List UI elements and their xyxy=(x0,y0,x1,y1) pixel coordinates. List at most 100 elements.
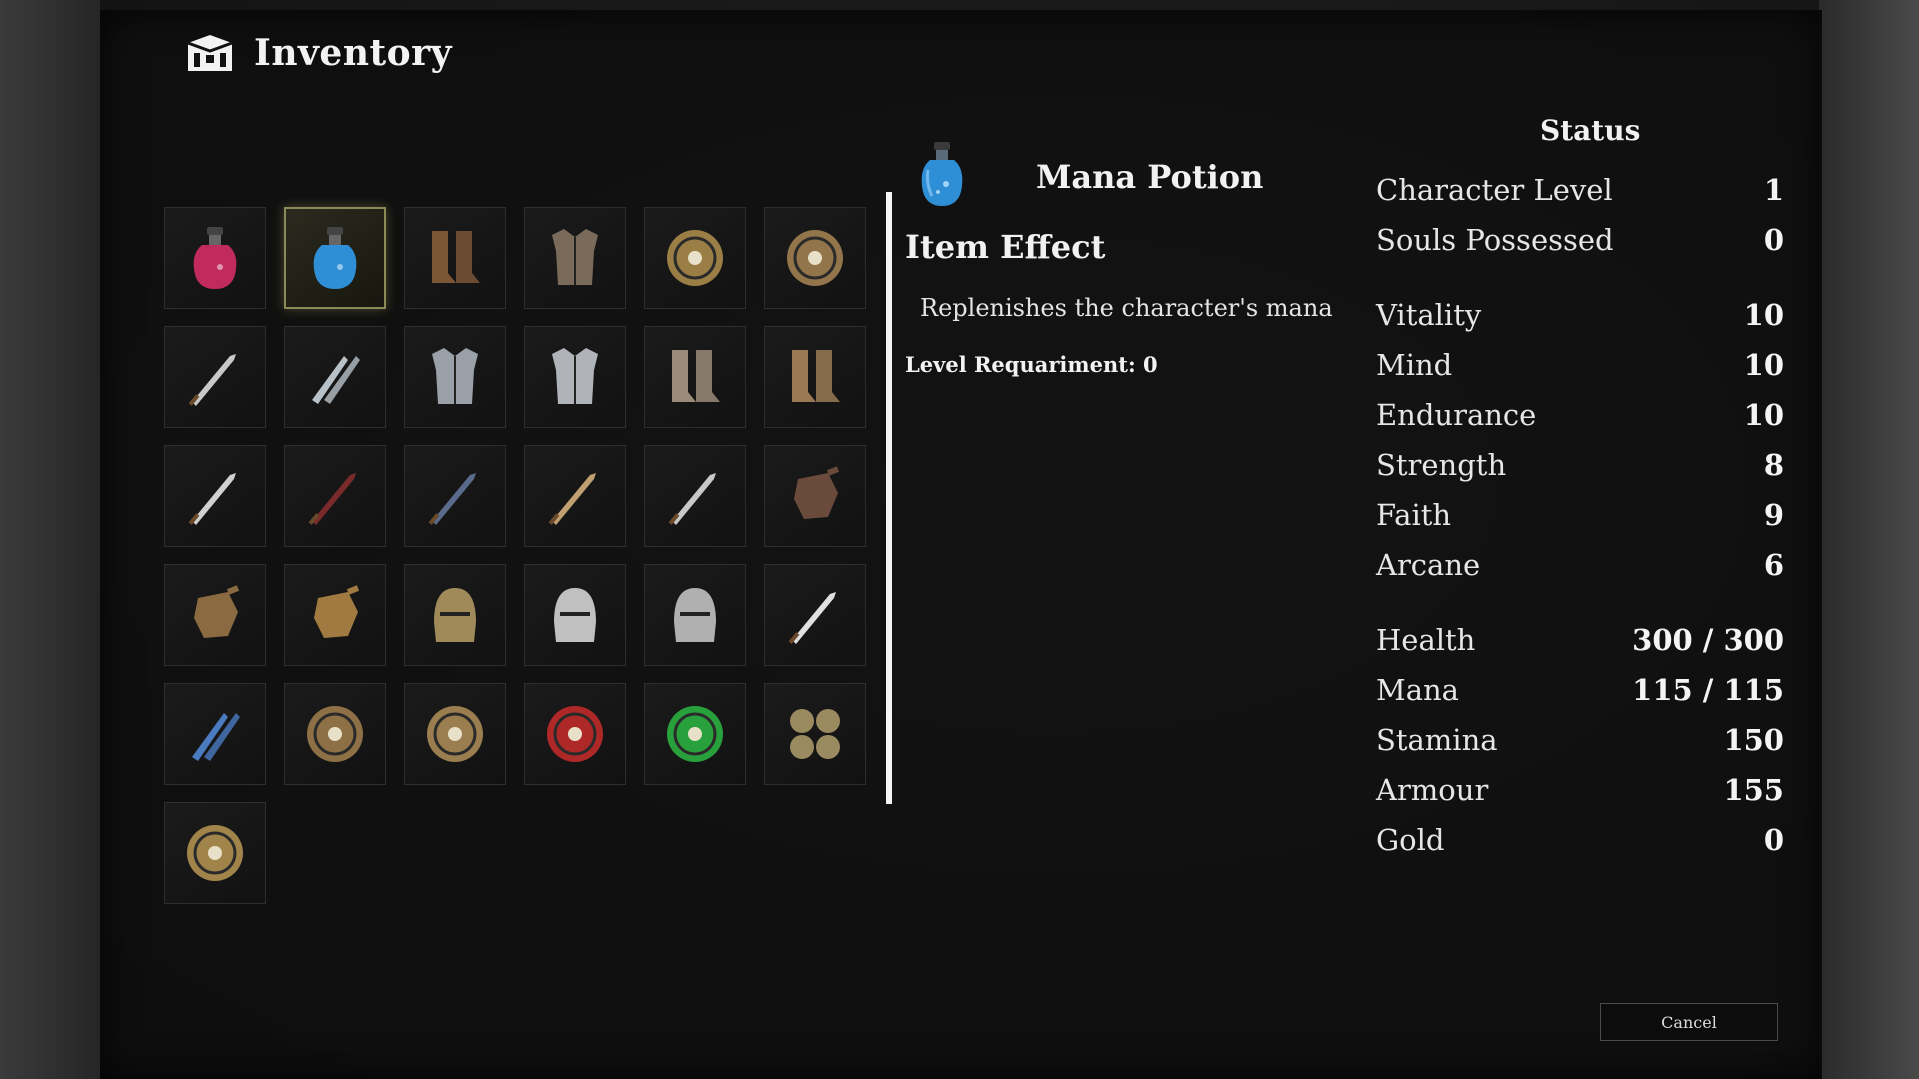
inventory-slot[interactable] xyxy=(404,326,506,428)
steel-greaves-icon xyxy=(672,350,720,402)
panel-divider xyxy=(886,192,892,804)
inventory-slot[interactable] xyxy=(524,445,626,547)
inventory-slot[interactable] xyxy=(284,326,386,428)
inventory-slot[interactable] xyxy=(404,683,506,785)
cancel-button[interactable]: Cancel xyxy=(1600,1003,1778,1041)
item-name: Mana Potion xyxy=(1036,158,1264,196)
inventory-slot[interactable] xyxy=(404,207,506,309)
inventory-slot[interactable] xyxy=(524,683,626,785)
inventory-slot[interactable] xyxy=(284,207,386,309)
dark-gauntlet-icon xyxy=(194,585,240,638)
inventory-slot[interactable] xyxy=(764,564,866,666)
stat-row: Vitality 10 xyxy=(1376,295,1784,335)
twin-daggers-icon xyxy=(312,356,360,404)
stat-value: 1 xyxy=(1763,173,1784,207)
inventory-slot[interactable] xyxy=(404,564,506,666)
inventory-slot[interactable] xyxy=(164,207,266,309)
ornate-dagger-icon xyxy=(548,473,596,525)
inventory-slot[interactable] xyxy=(644,445,746,547)
leather-boots-icon xyxy=(432,231,480,283)
inventory-slot[interactable] xyxy=(164,445,266,547)
bronze-helm-icon xyxy=(434,588,476,642)
stat-label: Health xyxy=(1376,623,1476,657)
inventory-slot[interactable] xyxy=(524,564,626,666)
gold-gauntlet-icon xyxy=(314,585,360,638)
rune-coins-icon xyxy=(790,709,840,759)
inventory-slot[interactable] xyxy=(644,564,746,666)
leather-chest-icon xyxy=(552,229,598,285)
inventory-slot[interactable] xyxy=(284,683,386,785)
dagger-icon xyxy=(188,473,236,525)
stat-label: Faith xyxy=(1376,498,1452,532)
gem-shield-icon xyxy=(787,230,843,286)
stat-label: Mind xyxy=(1376,348,1453,382)
inventory-slot[interactable] xyxy=(524,207,626,309)
inventory-slot[interactable] xyxy=(764,207,866,309)
stat-label: Armour xyxy=(1376,773,1489,807)
stat-label: Gold xyxy=(1376,823,1445,857)
inventory-grid xyxy=(164,207,884,904)
stat-value: 9 xyxy=(1763,498,1784,532)
great-helm-icon xyxy=(554,588,596,642)
stat-label: Character Level xyxy=(1376,173,1613,207)
stat-row: Arcane 6 xyxy=(1376,545,1784,585)
stat-label: Vitality xyxy=(1376,298,1482,332)
background-right xyxy=(1819,0,1919,1079)
item-level-requirement: Level Requariment: 0 xyxy=(905,352,1158,377)
inventory-slot[interactable] xyxy=(524,326,626,428)
inventory-slot[interactable] xyxy=(284,564,386,666)
stat-label: Stamina xyxy=(1376,723,1498,757)
background-left xyxy=(0,0,100,1079)
steel-cuirass-icon xyxy=(432,348,478,404)
inventory-slot[interactable] xyxy=(164,683,266,785)
curved-knife-icon xyxy=(188,354,236,406)
stat-value: 150 xyxy=(1723,723,1784,757)
stat-row: Souls Possessed 0 xyxy=(1376,220,1784,260)
bronze-shield-icon xyxy=(307,706,363,762)
inventory-slot[interactable] xyxy=(164,564,266,666)
stat-label: Arcane xyxy=(1376,548,1481,582)
item-effect-description: Replenishes the character's mana xyxy=(920,294,1333,322)
emerald-amulet-icon xyxy=(667,706,723,762)
stat-value: 8 xyxy=(1763,448,1784,482)
longsword-icon xyxy=(788,592,836,644)
blue-dagger-icon xyxy=(428,473,476,525)
stat-value: 300 / 300 xyxy=(1632,623,1784,657)
stat-label: Mana xyxy=(1376,673,1459,707)
stat-row: Strength 8 xyxy=(1376,445,1784,485)
inventory-slot[interactable] xyxy=(764,326,866,428)
mana-potion-icon xyxy=(313,227,357,289)
pearl-amulet-icon xyxy=(427,706,483,762)
chest-icon xyxy=(187,35,233,71)
ice-daggers-icon xyxy=(192,713,240,761)
stat-row: Gold 0 xyxy=(1376,820,1784,860)
stat-row: Armour 155 xyxy=(1376,770,1784,810)
stat-row: Mana 115 / 115 xyxy=(1376,670,1784,710)
stat-value: 0 xyxy=(1763,223,1784,257)
stat-value: 155 xyxy=(1723,773,1784,807)
mana-potion-icon xyxy=(921,142,963,206)
inventory-slot[interactable] xyxy=(764,445,866,547)
inventory-slot[interactable] xyxy=(164,326,266,428)
plate-armor-icon xyxy=(552,348,598,404)
ruby-amulet-icon xyxy=(547,706,603,762)
stat-row: Mind 10 xyxy=(1376,345,1784,385)
stat-value: 10 xyxy=(1743,348,1784,382)
inventory-slot[interactable] xyxy=(404,445,506,547)
stat-row: Faith 9 xyxy=(1376,495,1784,535)
leather-gloves-icon xyxy=(794,466,840,519)
inventory-slot[interactable] xyxy=(644,683,746,785)
stat-value: 115 / 115 xyxy=(1632,673,1784,707)
status-title: Status xyxy=(1540,114,1641,147)
inventory-slot[interactable] xyxy=(644,326,746,428)
item-effect-title: Item Effect xyxy=(905,228,1106,266)
stat-row: Stamina 150 xyxy=(1376,720,1784,760)
inventory-slot[interactable] xyxy=(644,207,746,309)
inventory-slot[interactable] xyxy=(764,683,866,785)
stat-value: 0 xyxy=(1763,823,1784,857)
inventory-slot[interactable] xyxy=(284,445,386,547)
spiked-ring-icon xyxy=(667,230,723,286)
sun-medallion-icon xyxy=(187,825,243,881)
fur-boots-icon xyxy=(792,350,840,402)
inventory-slot[interactable] xyxy=(164,802,266,904)
